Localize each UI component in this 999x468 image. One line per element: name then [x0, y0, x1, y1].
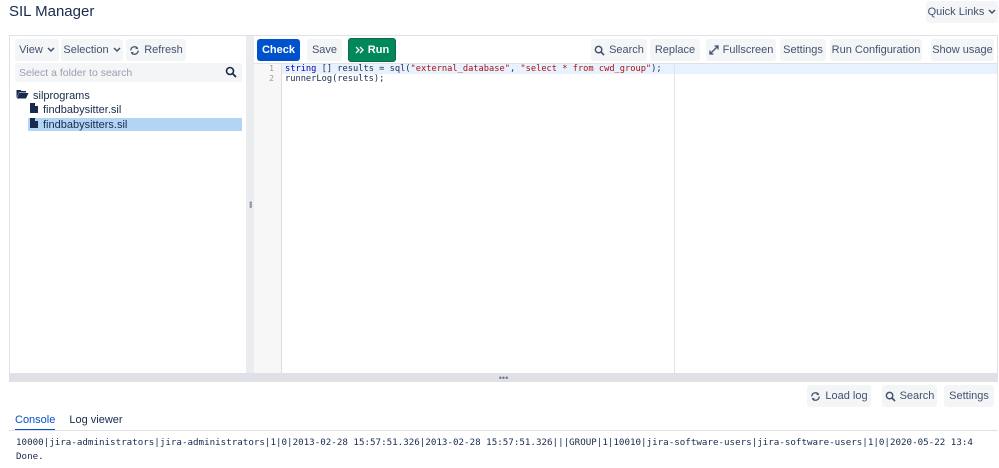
- settings-label: Settings: [949, 390, 989, 402]
- view-menu-button[interactable]: View: [15, 39, 59, 61]
- folder-open-icon: [16, 89, 29, 102]
- run-configuration-button[interactable]: Run Configuration: [830, 39, 922, 61]
- folder-search-input[interactable]: [15, 63, 215, 82]
- console-settings-button[interactable]: Settings: [944, 385, 994, 407]
- search-button[interactable]: Search: [591, 39, 647, 61]
- editor-settings-button[interactable]: Settings: [780, 39, 826, 61]
- console-output-line: 10000|jira-administrators|jira-administr…: [16, 437, 973, 448]
- code-text: [] results = sql(: [316, 64, 411, 74]
- code-text: ,: [509, 64, 521, 74]
- console-output-line: Done.: [16, 451, 44, 462]
- refresh-label: Refresh: [144, 44, 183, 56]
- double-chevron-right-icon: [355, 46, 364, 54]
- page-title: SIL Manager: [9, 3, 95, 20]
- line-number: 2: [269, 74, 274, 83]
- replace-button[interactable]: Replace: [650, 39, 700, 61]
- file-icon: [30, 118, 38, 131]
- refresh-icon: [129, 45, 140, 56]
- horizontal-splitter-handle[interactable]: •••: [9, 373, 998, 383]
- file-browser-panel: View Selection Refresh Select a folder t…: [10, 36, 246, 373]
- run-button[interactable]: Run: [348, 38, 396, 62]
- drag-handle-icon: •••: [498, 373, 509, 383]
- show-usage-button[interactable]: Show usage: [931, 39, 994, 61]
- code-text: runnerLog(results);: [285, 74, 385, 84]
- editor-panel: Check Save Run Search Replace Fullscreen: [254, 36, 997, 373]
- expand-icon: [708, 45, 719, 55]
- tree-file-item-selected[interactable]: findbabysitters.sil: [28, 118, 242, 131]
- code-editor[interactable]: 1 2 string [] results = sql("external_da…: [254, 63, 997, 373]
- code-keyword: string: [285, 64, 317, 74]
- refresh-button[interactable]: Refresh: [126, 39, 186, 61]
- code-content[interactable]: string [] results = sql("external_databa…: [282, 64, 997, 84]
- code-line: runnerLog(results);: [282, 74, 997, 84]
- tab-console[interactable]: Console: [15, 414, 56, 431]
- tab-log-viewer[interactable]: Log viewer: [69, 414, 122, 431]
- tree-folder-silprograms[interactable]: silprograms: [16, 89, 90, 102]
- show-usage-label: Show usage: [932, 44, 993, 56]
- vertical-splitter-handle[interactable]: •••: [245, 36, 256, 373]
- load-log-label: Load log: [825, 390, 868, 402]
- code-string: "external_database": [410, 64, 510, 74]
- search-label: Search: [609, 44, 644, 56]
- drag-handle-icon: •••: [245, 201, 256, 208]
- load-log-button[interactable]: Load log: [807, 385, 871, 407]
- selection-menu-button[interactable]: Selection: [61, 39, 123, 61]
- view-label: View: [19, 44, 43, 56]
- tab-divider: [9, 430, 998, 431]
- quick-links-button[interactable]: Quick Links: [926, 1, 998, 23]
- line-number-gutter: 1 2: [254, 64, 282, 373]
- chevron-down-icon: [113, 47, 121, 53]
- code-line: string [] results = sql("external_databa…: [282, 64, 997, 74]
- search-icon: [594, 45, 605, 56]
- file-name: findbabysitter.sil: [43, 103, 122, 116]
- quick-links-label: Quick Links: [927, 6, 985, 18]
- search-icon: [885, 391, 896, 402]
- manager-frame: View Selection Refresh Select a folder t…: [9, 35, 998, 374]
- line-number: 1: [269, 64, 274, 73]
- refresh-icon: [810, 391, 821, 402]
- code-text: );: [651, 64, 662, 74]
- print-margin: [674, 64, 675, 373]
- check-button[interactable]: Check: [257, 39, 300, 61]
- code-string: "select * from cwd_group": [520, 64, 652, 74]
- console-search-button[interactable]: Search: [882, 385, 937, 407]
- file-icon: [30, 103, 38, 116]
- search-icon[interactable]: [225, 66, 237, 81]
- tree-file-item[interactable]: findbabysitter.sil: [28, 103, 242, 116]
- run-configuration-label: Run Configuration: [831, 44, 921, 56]
- search-label: Search: [899, 390, 935, 402]
- console-tabs: Console Log viewer: [15, 414, 137, 431]
- settings-label: Settings: [783, 44, 823, 56]
- replace-label: Replace: [654, 44, 696, 56]
- run-label: Run: [367, 44, 390, 56]
- chevron-down-icon: [47, 47, 55, 53]
- folder-search-box: [15, 63, 242, 82]
- chevron-down-icon: [988, 9, 996, 15]
- fullscreen-button[interactable]: Fullscreen: [706, 39, 776, 61]
- save-label: Save: [311, 44, 338, 56]
- file-name: findbabysitters.sil: [43, 118, 128, 131]
- console-area: Load log Search Settings Console Log vie…: [9, 382, 998, 468]
- check-label: Check: [261, 44, 296, 56]
- folder-label: silprograms: [33, 89, 90, 102]
- selection-label: Selection: [63, 44, 109, 56]
- fullscreen-label: Fullscreen: [722, 44, 774, 56]
- save-button[interactable]: Save: [307, 39, 342, 61]
